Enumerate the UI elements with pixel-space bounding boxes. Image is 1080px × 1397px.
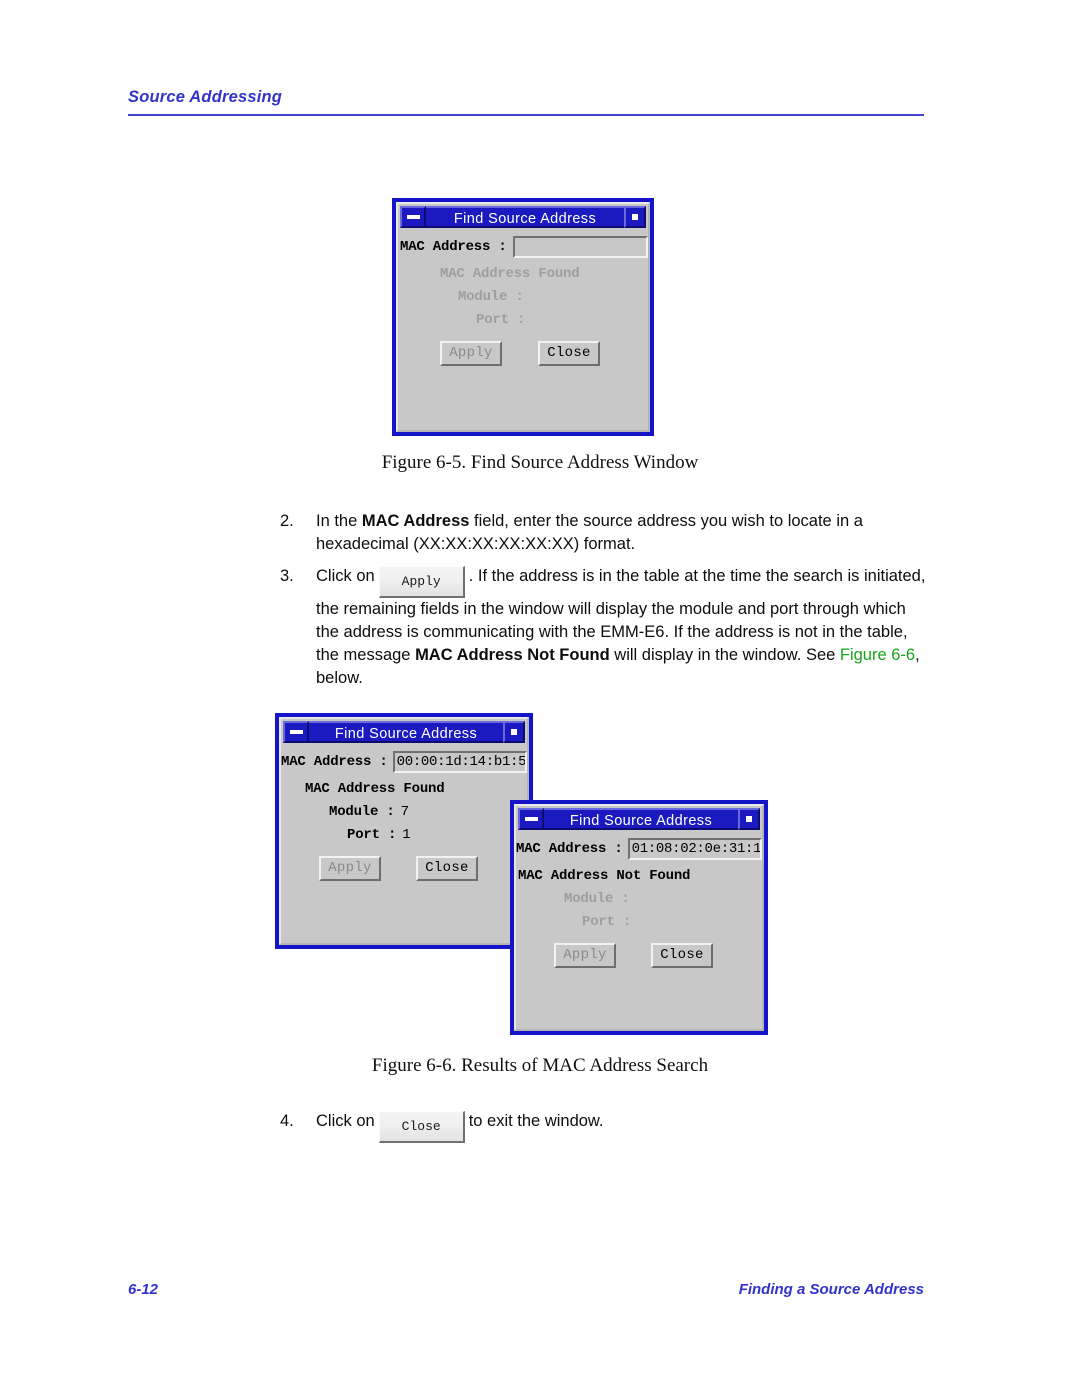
close-button[interactable]: Close bbox=[416, 856, 478, 881]
header-divider bbox=[128, 114, 924, 116]
minimize-icon[interactable] bbox=[400, 206, 426, 228]
module-row: Module : bbox=[458, 289, 648, 305]
status-message: MAC Address Not Found bbox=[518, 868, 691, 884]
step-4-text: Click on Close to exit the window. bbox=[316, 1110, 930, 1143]
port-row: Port : 1 bbox=[347, 827, 527, 843]
maximize-icon[interactable] bbox=[624, 206, 646, 228]
maximize-icon[interactable] bbox=[738, 808, 760, 830]
footer-section-title: Finding a Source Address bbox=[738, 1281, 924, 1298]
step-3-text: Click on Apply. If the address is in the … bbox=[316, 565, 930, 690]
close-button[interactable]: Close bbox=[538, 341, 600, 366]
dialog-body: MAC Address : MAC Address Found Module :… bbox=[398, 236, 648, 366]
module-value: 7 bbox=[400, 804, 410, 820]
status-message: MAC Address Found bbox=[440, 266, 580, 282]
titlebar: Find Source Address bbox=[518, 808, 760, 830]
titlebar: Find Source Address bbox=[400, 206, 646, 228]
step-4-number: 4. bbox=[280, 1112, 294, 1130]
status-row: MAC Address Found bbox=[440, 264, 648, 282]
module-label: Module : bbox=[329, 804, 395, 820]
inline-apply-button[interactable]: Apply bbox=[378, 566, 465, 598]
dialog-body: MAC Address : 01:08:02:0e:31:1a MAC Addr… bbox=[516, 838, 762, 968]
page-header-title: Source Addressing bbox=[128, 88, 283, 106]
minimize-icon[interactable] bbox=[283, 721, 309, 743]
window-title: Find Source Address bbox=[544, 808, 738, 830]
apply-button[interactable]: Apply bbox=[554, 943, 616, 968]
step-4-part1: Click on bbox=[316, 1112, 375, 1130]
figure-6-5-caption: Figure 6-5. Find Source Address Window bbox=[381, 452, 699, 473]
find-source-address-window-empty[interactable]: Find Source Address MAC Address : MAC Ad… bbox=[392, 198, 654, 436]
module-row: Module : bbox=[564, 891, 762, 907]
mac-address-input[interactable]: 00:00:1d:14:b1:51 bbox=[392, 751, 527, 773]
mac-address-input[interactable]: 01:08:02:0e:31:1a bbox=[627, 838, 762, 860]
find-source-address-window-found[interactable]: Find Source Address MAC Address : 00:00:… bbox=[275, 713, 533, 949]
button-row: Apply Close bbox=[554, 943, 762, 968]
apply-button[interactable]: Apply bbox=[440, 341, 502, 366]
apply-button[interactable]: Apply bbox=[319, 856, 381, 881]
step-3-part1: Click on bbox=[316, 567, 375, 585]
step-3: 3. Click on Apply. If the address is in t… bbox=[280, 565, 930, 690]
port-label: Port : bbox=[582, 914, 632, 930]
mac-address-label: MAC Address : bbox=[281, 754, 388, 770]
titlebar: Find Source Address bbox=[283, 721, 525, 743]
port-row: Port : bbox=[582, 914, 762, 930]
maximize-icon[interactable] bbox=[503, 721, 525, 743]
mac-address-input[interactable] bbox=[512, 236, 648, 258]
inline-close-button[interactable]: Close bbox=[378, 1111, 465, 1143]
close-button[interactable]: Close bbox=[651, 943, 713, 968]
mac-address-label: MAC Address : bbox=[516, 841, 623, 857]
minimize-icon[interactable] bbox=[518, 808, 544, 830]
port-label: Port : bbox=[347, 827, 397, 843]
find-source-address-window-not-found[interactable]: Find Source Address MAC Address : 01:08:… bbox=[510, 800, 768, 1035]
module-row: Module : 7 bbox=[329, 804, 527, 820]
status-row: MAC Address Found bbox=[305, 779, 527, 797]
step-2-number: 2. bbox=[280, 512, 294, 530]
step-2-part1: In the bbox=[316, 512, 362, 530]
window-title: Find Source Address bbox=[426, 206, 624, 228]
window-title: Find Source Address bbox=[309, 721, 503, 743]
port-value: 1 bbox=[402, 827, 411, 843]
step-4: 4. Click on Close to exit the window. bbox=[280, 1110, 930, 1143]
mac-address-label: MAC Address : bbox=[400, 239, 507, 255]
mac-address-row: MAC Address : bbox=[400, 236, 648, 258]
footer-page-number: 6-12 bbox=[128, 1281, 159, 1298]
port-row: Port : bbox=[476, 312, 648, 328]
page-header: Source Addressing bbox=[128, 88, 928, 107]
step-3-number: 3. bbox=[280, 567, 294, 585]
button-row: Apply Close bbox=[440, 341, 648, 366]
page-footer: 6-12 Finding a Source Address bbox=[128, 1281, 924, 1298]
step-2-text: In the MAC Address field, enter the sour… bbox=[316, 510, 930, 556]
status-row: MAC Address Not Found bbox=[518, 866, 762, 884]
step-2-bold1: MAC Address bbox=[361, 512, 470, 530]
port-label: Port : bbox=[476, 312, 526, 328]
figure-6-6-caption: Figure 6-6. Results of MAC Address Searc… bbox=[371, 1055, 709, 1076]
mac-address-row: MAC Address : 00:00:1d:14:b1:51 bbox=[281, 751, 527, 773]
step-2: 2. In the MAC Address field, enter the s… bbox=[280, 510, 930, 556]
step-4-part2: to exit the window. bbox=[468, 1112, 604, 1130]
figure-6-6-crossref[interactable]: Figure 6-6 bbox=[840, 646, 915, 664]
module-label: Module : bbox=[564, 891, 630, 907]
step-3-part3: will display in the window. See bbox=[609, 646, 840, 664]
module-label: Module : bbox=[458, 289, 524, 305]
mac-address-row: MAC Address : 01:08:02:0e:31:1a bbox=[516, 838, 762, 860]
status-message: MAC Address Found bbox=[305, 781, 445, 797]
step-3-bold1: MAC Address Not Found bbox=[415, 646, 610, 664]
dialog-body: MAC Address : 00:00:1d:14:b1:51 MAC Addr… bbox=[281, 751, 527, 881]
button-row: Apply Close bbox=[319, 856, 527, 881]
